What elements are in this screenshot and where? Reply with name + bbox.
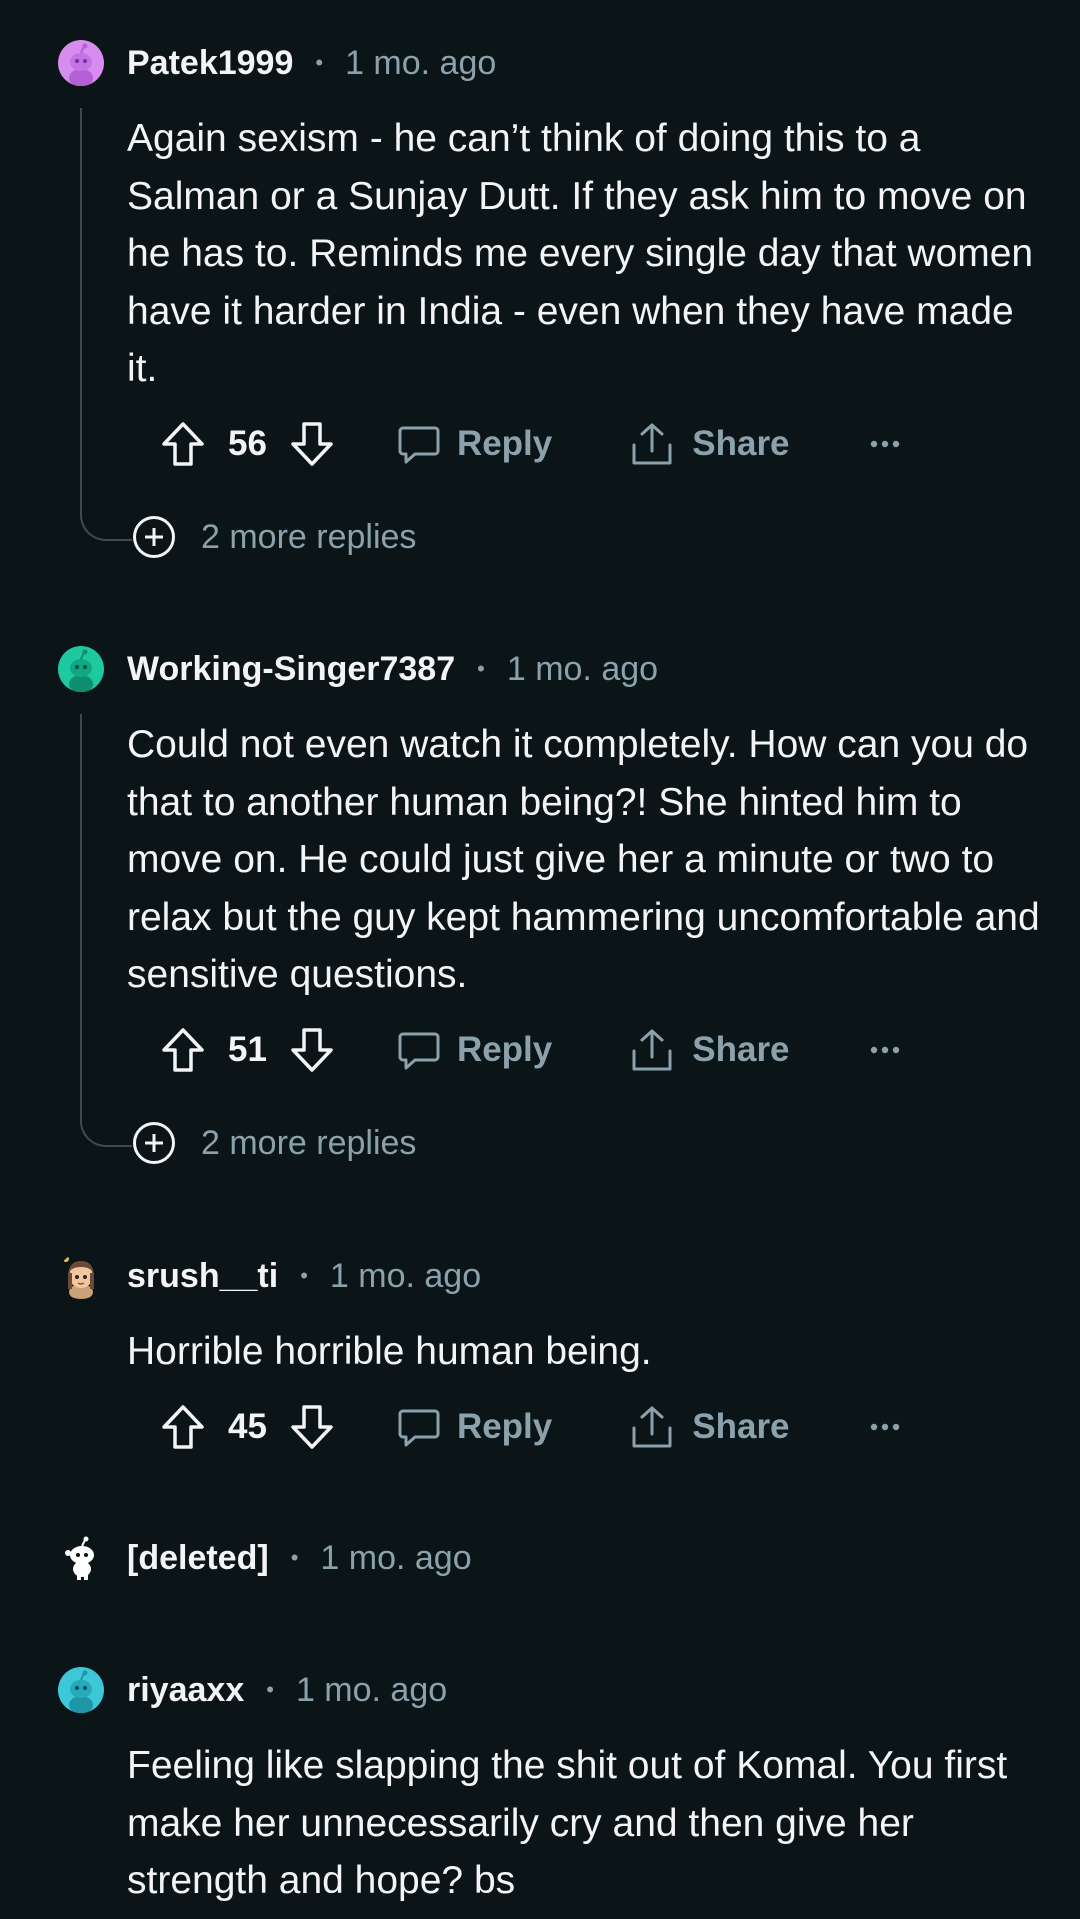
share-label: Share: [692, 1407, 790, 1446]
username[interactable]: riyaaxx: [127, 1671, 244, 1710]
separator-dot: •: [290, 1545, 299, 1570]
comment-header: Working-Singer7387 • 1 mo. ago: [58, 644, 658, 694]
share-button[interactable]: Share: [630, 1027, 790, 1073]
snoo-avatar-icon: [69, 1670, 93, 1713]
comment-header: [deleted] • 1 mo. ago: [58, 1533, 472, 1583]
separator-dot: •: [315, 50, 324, 75]
comment-header: Patek1999 • 1 mo. ago: [58, 38, 496, 88]
overflow-dots-icon[interactable]: [870, 1422, 900, 1432]
comment-body: Horrible horrible human being.: [127, 1330, 652, 1373]
downvote-icon[interactable]: [289, 1403, 335, 1451]
reply-button[interactable]: Reply: [397, 1028, 552, 1072]
reply-button[interactable]: Reply: [397, 422, 552, 466]
separator-dot: •: [477, 656, 485, 681]
timestamp: 1 mo. ago: [329, 1256, 482, 1295]
upvote-icon[interactable]: [160, 1403, 206, 1451]
reply-label: Reply: [456, 1407, 553, 1446]
share-icon: [630, 421, 674, 467]
username[interactable]: [deleted]: [127, 1539, 269, 1578]
upvote-icon[interactable]: [160, 1026, 206, 1074]
snoo-avatar-icon: [63, 1256, 94, 1299]
thread-line[interactable]: [80, 714, 132, 1147]
username[interactable]: srush__ti: [127, 1257, 278, 1296]
share-button[interactable]: Share: [630, 421, 790, 467]
upvote-icon[interactable]: [160, 420, 206, 468]
comment-body: Could not even watch it completely. How …: [127, 723, 1040, 996]
reply-label: Reply: [456, 424, 553, 463]
separator-dot: •: [266, 1677, 274, 1702]
reply-button[interactable]: Reply: [397, 1405, 552, 1449]
reply-label: Reply: [456, 1030, 553, 1069]
comment-actions: 45 Reply Share: [160, 1399, 900, 1455]
username[interactable]: Working-Singer7387: [127, 650, 455, 689]
username[interactable]: Patek1999: [127, 44, 293, 83]
comment-bubble-icon: [397, 1405, 441, 1449]
timestamp: 1 mo. ago: [295, 1670, 448, 1709]
comment-body: Again sexism - he can’t think of doing t…: [127, 117, 1034, 390]
comment-bubble-icon: [397, 422, 441, 466]
snoo-avatar-icon: [65, 1536, 94, 1580]
share-button[interactable]: Share: [630, 1404, 790, 1450]
timestamp: 1 mo. ago: [320, 1538, 472, 1577]
plus-circle-icon: [133, 516, 175, 558]
avatar[interactable]: [58, 1253, 104, 1299]
thread-line[interactable]: [80, 108, 132, 541]
overflow-dots-icon[interactable]: [870, 439, 900, 449]
plus-circle-icon: [133, 1122, 175, 1164]
share-icon: [630, 1404, 674, 1450]
more-replies-button[interactable]: 2 more replies: [133, 1120, 416, 1166]
avatar[interactable]: [58, 1535, 104, 1581]
overflow-dots-icon[interactable]: [870, 1045, 900, 1055]
share-label: Share: [692, 424, 790, 463]
more-replies-button[interactable]: 2 more replies: [133, 514, 416, 560]
separator-dot: •: [300, 1263, 308, 1288]
comment-actions: 56 Reply Share: [160, 416, 900, 472]
more-replies-label: 2 more replies: [201, 1123, 417, 1162]
downvote-icon[interactable]: [289, 420, 335, 468]
comment-header: riyaaxx • 1 mo. ago: [58, 1665, 447, 1715]
share-label: Share: [692, 1030, 790, 1069]
avatar[interactable]: [58, 40, 104, 86]
timestamp: 1 mo. ago: [345, 43, 497, 82]
timestamp: 1 mo. ago: [506, 649, 659, 688]
snoo-avatar-icon: [69, 43, 93, 86]
snoo-avatar-icon: [69, 649, 93, 692]
comment-actions: 51 Reply Share: [160, 1022, 900, 1078]
comment-body: Feeling like slapping the shit out of Ko…: [127, 1744, 1008, 1902]
vote-count: 51: [228, 1030, 267, 1069]
vote-count: 45: [228, 1407, 267, 1446]
avatar[interactable]: [58, 646, 104, 692]
more-replies-label: 2 more replies: [201, 517, 417, 556]
comment-header: srush__ti • 1 mo. ago: [58, 1251, 481, 1301]
comment-bubble-icon: [397, 1028, 441, 1072]
downvote-icon[interactable]: [289, 1026, 335, 1074]
share-icon: [630, 1027, 674, 1073]
avatar[interactable]: [58, 1667, 104, 1713]
vote-count: 56: [228, 424, 267, 463]
